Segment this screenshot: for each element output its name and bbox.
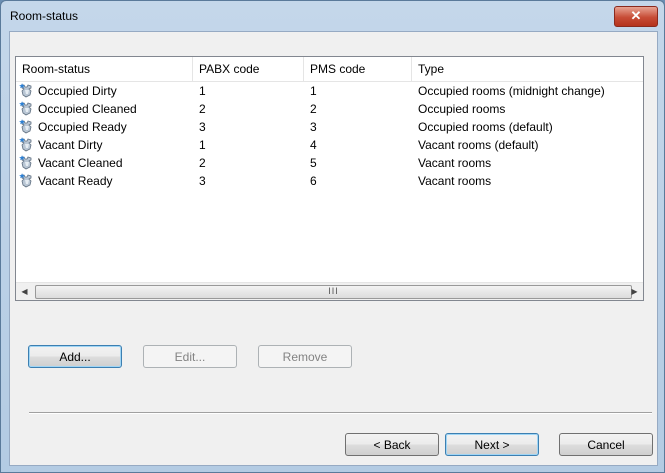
- column-header-type[interactable]: Type: [412, 57, 643, 81]
- cell-type: Occupied rooms (default): [418, 120, 553, 134]
- cell-pms: 1: [310, 84, 317, 98]
- cell-status: Vacant Cleaned: [38, 156, 123, 170]
- cell-pabx: 1: [199, 84, 206, 98]
- column-header-pms-code[interactable]: PMS code: [304, 57, 412, 81]
- room-status-icon: [19, 173, 35, 189]
- cell-pms: 2: [310, 102, 317, 116]
- cell-status: Vacant Ready: [38, 174, 113, 188]
- cancel-button[interactable]: Cancel: [559, 433, 653, 456]
- cell-pms: 5: [310, 156, 317, 170]
- cell-pabx: 3: [199, 174, 206, 188]
- separator-line: [29, 412, 652, 414]
- cell-type: Occupied rooms: [418, 102, 506, 116]
- add-button[interactable]: Add...: [28, 345, 122, 368]
- back-button[interactable]: < Back: [345, 433, 439, 456]
- room-status-icon: [19, 83, 35, 99]
- room-status-list[interactable]: Room-status PABX code PMS code Type Occu…: [15, 56, 644, 301]
- column-header-pabx-code[interactable]: PABX code: [193, 57, 304, 81]
- horizontal-scrollbar[interactable]: ◀ III ▶: [16, 282, 643, 300]
- table-row[interactable]: Vacant Dirty 1 4 Vacant rooms (default): [16, 136, 643, 154]
- table-row[interactable]: Occupied Dirty 1 1 Occupied rooms (midnight…: [16, 82, 643, 100]
- cell-type: Vacant rooms: [418, 174, 492, 188]
- cell-pms: 3: [310, 120, 317, 134]
- next-button[interactable]: Next >: [445, 433, 539, 456]
- cell-status: Occupied Cleaned: [38, 102, 137, 116]
- scroll-thumb[interactable]: III: [35, 285, 632, 299]
- cell-pabx: 3: [199, 120, 206, 134]
- cell-status: Occupied Dirty: [38, 84, 117, 98]
- window-title: Room-status: [10, 9, 79, 23]
- room-status-icon: [19, 155, 35, 171]
- scroll-left-icon[interactable]: ◀: [16, 283, 33, 300]
- close-icon: ✕: [630, 8, 642, 23]
- room-status-icon: [19, 101, 35, 117]
- table-row[interactable]: Occupied Cleaned 2 2 Occupied rooms: [16, 100, 643, 118]
- list-rows: Occupied Dirty 1 1 Occupied rooms (midnight…: [16, 82, 643, 190]
- room-status-icon: [19, 137, 35, 153]
- cell-status: Vacant Dirty: [38, 138, 103, 152]
- cell-pabx: 2: [199, 102, 206, 116]
- edit-button[interactable]: Edit...: [143, 345, 237, 368]
- title-bar[interactable]: Room-status ✕: [1, 1, 664, 31]
- remove-button[interactable]: Remove: [258, 345, 352, 368]
- cell-type: Vacant rooms: [418, 156, 492, 170]
- table-row[interactable]: Occupied Ready 3 3 Occupied rooms (default): [16, 118, 643, 136]
- cell-status: Occupied Ready: [38, 120, 127, 134]
- cell-type: Occupied rooms (midnight change): [418, 84, 605, 98]
- scroll-right-icon[interactable]: ▶: [626, 283, 643, 300]
- room-status-icon: [19, 119, 35, 135]
- cell-pms: 4: [310, 138, 317, 152]
- column-header-room-status[interactable]: Room-status: [16, 57, 193, 81]
- cell-pabx: 1: [199, 138, 206, 152]
- cell-pabx: 2: [199, 156, 206, 170]
- table-row[interactable]: Vacant Cleaned 2 5 Vacant rooms: [16, 154, 643, 172]
- cell-pms: 6: [310, 174, 317, 188]
- scroll-grip: III: [328, 286, 339, 296]
- list-header: Room-status PABX code PMS code Type: [16, 57, 643, 82]
- table-row[interactable]: Vacant Ready 3 6 Vacant rooms: [16, 172, 643, 190]
- cell-type: Vacant rooms (default): [418, 138, 539, 152]
- close-button[interactable]: ✕: [614, 6, 658, 27]
